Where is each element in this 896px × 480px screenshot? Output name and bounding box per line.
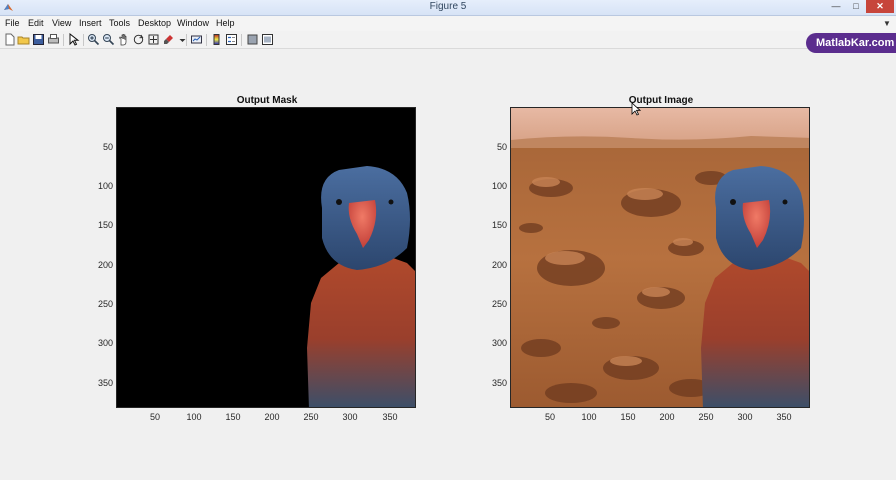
xtick-label: 100 bbox=[581, 412, 597, 422]
ytick-label: 150 bbox=[97, 220, 113, 230]
new-figure-icon[interactable] bbox=[3, 33, 16, 46]
menu-bar: File Edit View Insert Tools Desktop Wind… bbox=[0, 16, 896, 31]
output-mask-image[interactable] bbox=[116, 107, 416, 408]
ytick-label: 150 bbox=[491, 220, 507, 230]
menu-dock-arrow-icon[interactable]: ▼ bbox=[883, 19, 891, 28]
toolbar-separator bbox=[206, 34, 207, 46]
xtick-label: 150 bbox=[225, 412, 241, 422]
parrot-mask-figure bbox=[307, 166, 415, 407]
ytick-label: 100 bbox=[491, 181, 507, 191]
xtick-label: 150 bbox=[620, 412, 636, 422]
legend-icon[interactable] bbox=[225, 33, 238, 46]
xtick-label: 350 bbox=[776, 412, 792, 422]
hide-plot-tools-icon[interactable] bbox=[246, 33, 259, 46]
menu-tools[interactable]: Tools bbox=[109, 18, 130, 28]
link-plot-icon[interactable] bbox=[190, 33, 203, 46]
menu-edit[interactable]: Edit bbox=[28, 18, 44, 28]
minimize-button[interactable]: — bbox=[826, 0, 846, 13]
xtick-label: 50 bbox=[149, 412, 160, 422]
window-title: Figure 5 bbox=[429, 1, 467, 12]
axes-title-output-mask: Output Mask bbox=[236, 95, 298, 106]
pointer-icon[interactable] bbox=[67, 33, 80, 46]
data-cursor-icon[interactable] bbox=[147, 33, 160, 46]
toolbar-separator bbox=[241, 34, 242, 46]
ytick-label: 50 bbox=[496, 142, 507, 152]
axes-title-output-image: Output Image bbox=[628, 95, 694, 106]
ytick-label: 200 bbox=[97, 260, 113, 270]
window-titlebar[interactable]: Figure 5 — □ ✕ bbox=[0, 0, 896, 16]
xtick-label: 250 bbox=[303, 412, 319, 422]
toolbar-separator bbox=[63, 34, 64, 46]
ytick-label: 300 bbox=[97, 338, 113, 348]
save-icon[interactable] bbox=[32, 33, 45, 46]
ytick-label: 300 bbox=[491, 338, 507, 348]
xtick-label: 50 bbox=[544, 412, 555, 422]
ytick-label: 250 bbox=[97, 299, 113, 309]
xtick-label: 300 bbox=[342, 412, 358, 422]
xtick-label: 200 bbox=[264, 412, 280, 422]
xtick-label: 350 bbox=[382, 412, 398, 422]
parrot-composite-figure bbox=[701, 166, 809, 407]
close-button[interactable]: ✕ bbox=[866, 0, 894, 13]
xtick-label: 200 bbox=[659, 412, 675, 422]
matlabkar-watermark-badge: MatlabKar.com bbox=[806, 33, 896, 53]
xtick-label: 250 bbox=[698, 412, 714, 422]
figure-toolbar bbox=[0, 31, 896, 49]
ytick-label: 200 bbox=[491, 260, 507, 270]
menu-view[interactable]: View bbox=[52, 18, 71, 28]
mouse-cursor-icon bbox=[631, 102, 641, 116]
xtick-label: 100 bbox=[186, 412, 202, 422]
ytick-label: 100 bbox=[97, 181, 113, 191]
colorbar-icon[interactable] bbox=[210, 33, 223, 46]
xtick-label: 300 bbox=[737, 412, 753, 422]
brush-dropdown-icon[interactable] bbox=[176, 33, 186, 46]
toolbar-separator bbox=[186, 34, 187, 46]
zoom-in-icon[interactable] bbox=[87, 33, 100, 46]
open-file-icon[interactable] bbox=[17, 33, 30, 46]
maximize-button[interactable]: □ bbox=[846, 0, 866, 13]
rotate-3d-icon[interactable] bbox=[132, 33, 145, 46]
ytick-label: 250 bbox=[491, 299, 507, 309]
toolbar-separator bbox=[83, 34, 84, 46]
ytick-label: 50 bbox=[102, 142, 113, 152]
menu-desktop[interactable]: Desktop bbox=[138, 18, 171, 28]
zoom-out-icon[interactable] bbox=[102, 33, 115, 46]
ytick-label: 350 bbox=[97, 378, 113, 388]
menu-file[interactable]: File bbox=[5, 18, 20, 28]
ytick-label: 350 bbox=[491, 378, 507, 388]
output-composite-image[interactable] bbox=[510, 107, 810, 408]
brush-icon[interactable] bbox=[162, 33, 175, 46]
print-icon[interactable] bbox=[47, 33, 60, 46]
menu-insert[interactable]: Insert bbox=[79, 18, 102, 28]
menu-window[interactable]: Window bbox=[177, 18, 209, 28]
show-plot-tools-icon[interactable] bbox=[261, 33, 274, 46]
pan-icon[interactable] bbox=[117, 33, 130, 46]
menu-help[interactable]: Help bbox=[216, 18, 235, 28]
